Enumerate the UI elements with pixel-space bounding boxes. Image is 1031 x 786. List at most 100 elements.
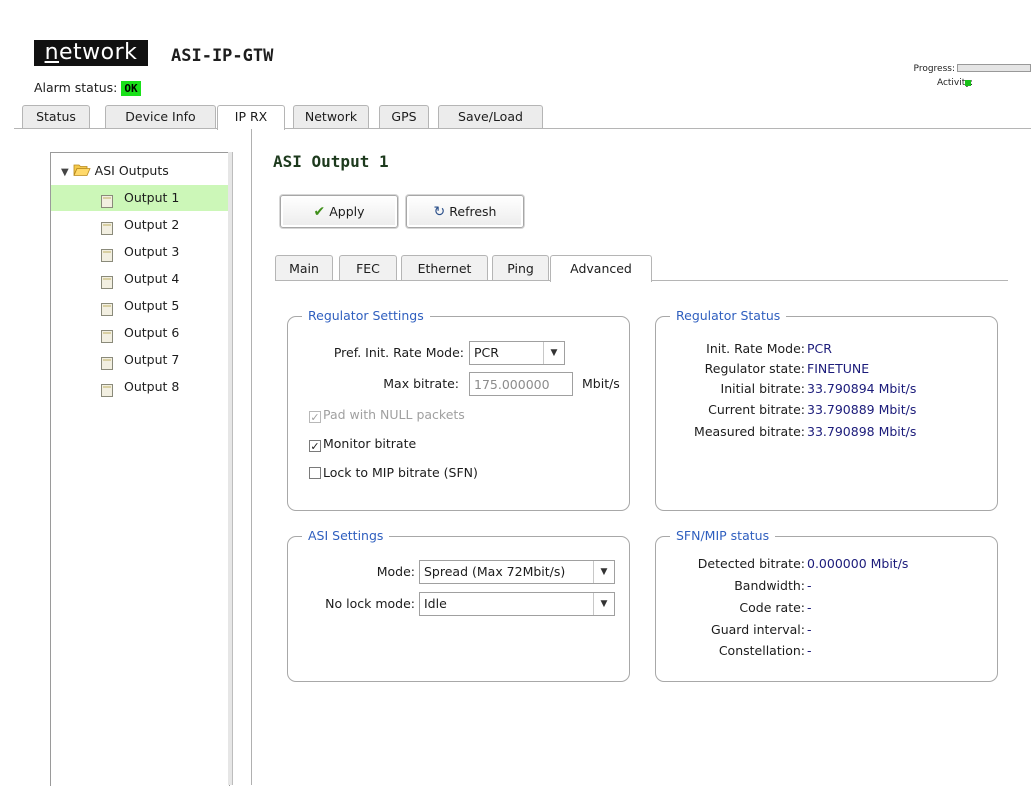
status-key: Regulator state:: [704, 361, 805, 376]
expand-triangle-icon[interactable]: ▼: [61, 167, 69, 178]
document-icon: [101, 272, 113, 289]
tab-gps[interactable]: GPS: [379, 105, 429, 128]
alarm-status-badge: OK: [121, 81, 141, 96]
tab-ip-rx[interactable]: IP RX: [217, 105, 285, 130]
asi-settings-group: ASI Settings Mode: Spread (Max 72Mbit/s)…: [287, 528, 630, 682]
document-icon: [101, 353, 113, 370]
max-bitrate-unit: Mbit/s: [582, 376, 620, 391]
rate-mode-label: Pref. Init. Rate Mode:: [333, 345, 464, 360]
document-icon: [101, 245, 113, 262]
monitor-bitrate-checkbox[interactable]: ✓ Monitor bitrate: [309, 436, 417, 453]
tree-item-label: Output 6: [124, 325, 180, 340]
regulator-status-legend: Regulator Status: [670, 308, 787, 323]
status-key: Measured bitrate:: [694, 424, 805, 439]
status-key: Code rate:: [739, 600, 805, 615]
status-value: FINETUNE: [807, 361, 870, 376]
refresh-button-label: Refresh: [449, 204, 497, 219]
device-name: ASI-IP-GTW: [171, 46, 274, 66]
status-value: -: [807, 578, 812, 593]
tree-item-label: Output 8: [124, 379, 180, 394]
status-key: Initial bitrate:: [720, 381, 805, 396]
document-icon: [101, 191, 113, 208]
tree-item-label: Output 7: [124, 352, 180, 367]
tree-splitter[interactable]: [228, 152, 233, 785]
status-value: 33.790898 Mbit/s: [807, 424, 917, 439]
refresh-icon: ↻: [433, 204, 446, 220]
status-key: Init. Rate Mode:: [706, 341, 805, 356]
folder-open-icon: [73, 163, 95, 178]
progress-bar: [957, 64, 1031, 72]
document-icon: [101, 218, 113, 235]
tree-root-label: ASI Outputs: [94, 163, 169, 178]
network-logo: network: [34, 40, 148, 66]
status-row-init-rate-mode: Init. Rate Mode: PCR: [656, 339, 1001, 359]
regulator-settings-legend: Regulator Settings: [302, 308, 430, 323]
dropdown-arrow-icon[interactable]: ▼: [593, 561, 614, 583]
tree-root-asi-outputs[interactable]: ▼ ASI Outputs: [61, 161, 169, 181]
status-key: Current bitrate:: [708, 402, 805, 417]
no-lock-mode-select[interactable]: Idle ▼: [419, 592, 615, 616]
sfn-row-bandwidth: Bandwidth: -: [656, 576, 1001, 596]
tree-item-output-3[interactable]: Output 3: [51, 239, 229, 265]
tree-item-output-7[interactable]: Output 7: [51, 347, 229, 373]
rate-mode-value: PCR: [474, 345, 499, 360]
tab-ethernet[interactable]: Ethernet: [401, 255, 488, 280]
progress-label: Progress:: [913, 64, 955, 74]
sfn-mip-status-legend: SFN/MIP status: [670, 528, 776, 543]
document-icon: [101, 380, 113, 397]
max-bitrate-input[interactable]: [469, 372, 573, 396]
checkmark-icon: ✔: [313, 204, 326, 220]
tab-device-info[interactable]: Device Info: [105, 105, 216, 128]
tree-item-output-8[interactable]: Output 8: [51, 374, 229, 400]
panel-title: ASI Output 1: [273, 152, 389, 171]
refresh-button[interactable]: ↻ Refresh: [406, 195, 524, 228]
lock-mip-checkbox[interactable]: Lock to MIP bitrate (SFN): [309, 465, 478, 481]
sfn-row-code-rate: Code rate: -: [656, 598, 1001, 618]
tree-item-output-5[interactable]: Output 5: [51, 293, 229, 319]
status-key: Guard interval:: [711, 622, 805, 637]
status-value: 33.790889 Mbit/s: [807, 402, 917, 417]
tab-advanced[interactable]: Advanced: [550, 255, 652, 282]
status-row-measured-bitrate: Measured bitrate: 33.790898 Mbit/s: [656, 422, 1001, 442]
alarm-status-label: Alarm status:: [34, 80, 118, 95]
pad-null-checkbox[interactable]: ✓ Pad with NULL packets: [309, 407, 465, 424]
apply-button-label: Apply: [329, 204, 365, 219]
mode-select[interactable]: Spread (Max 72Mbit/s) ▼: [419, 560, 615, 584]
tree-item-label: Output 4: [124, 271, 180, 286]
tab-network[interactable]: Network: [293, 105, 369, 128]
tree-item-output-6[interactable]: Output 6: [51, 320, 229, 346]
status-key: Detected bitrate:: [697, 556, 805, 571]
status-row-initial-bitrate: Initial bitrate: 33.790894 Mbit/s: [656, 379, 1001, 399]
dropdown-arrow-icon[interactable]: ▼: [593, 593, 614, 615]
sfn-row-detected-bitrate: Detected bitrate: 0.000000 Mbit/s: [656, 554, 1001, 574]
checkbox-empty-icon: [309, 467, 321, 479]
tab-main[interactable]: Main: [275, 255, 333, 280]
tree-item-output-1[interactable]: Output 1: [51, 185, 229, 211]
tree-item-output-4[interactable]: Output 4: [51, 266, 229, 292]
max-bitrate-label: Max bitrate:: [383, 376, 459, 391]
apply-button[interactable]: ✔ Apply: [280, 195, 398, 228]
status-value: -: [807, 600, 812, 615]
asi-settings-legend: ASI Settings: [302, 528, 390, 543]
regulator-settings-group: Regulator Settings Pref. Init. Rate Mode…: [287, 308, 630, 511]
status-value: -: [807, 643, 812, 658]
dropdown-arrow-icon[interactable]: ▼: [543, 342, 564, 364]
tree-item-label: Output 2: [124, 217, 180, 232]
tab-ping[interactable]: Ping: [492, 255, 549, 280]
activity-indicator: [965, 80, 971, 86]
pad-null-label: Pad with NULL packets: [323, 407, 465, 422]
lock-mip-label: Lock to MIP bitrate (SFN): [323, 465, 478, 480]
status-key: Bandwidth:: [734, 578, 805, 593]
status-row-current-bitrate: Current bitrate: 33.790889 Mbit/s: [656, 400, 1001, 420]
document-icon: [101, 326, 113, 343]
tab-save-load[interactable]: Save/Load: [438, 105, 543, 128]
tree-item-label: Output 1: [124, 190, 180, 205]
monitor-bitrate-label: Monitor bitrate: [323, 436, 417, 451]
status-value: -: [807, 622, 812, 637]
tab-status[interactable]: Status: [22, 105, 90, 128]
tab-fec[interactable]: FEC: [339, 255, 397, 280]
rate-mode-select[interactable]: PCR ▼: [469, 341, 565, 365]
tree-item-output-2[interactable]: Output 2: [51, 212, 229, 238]
alarm-status: Alarm status: OK: [34, 80, 141, 96]
output-tree: ▼ ASI Outputs Output 1 Output 2 Output 3…: [50, 152, 230, 786]
